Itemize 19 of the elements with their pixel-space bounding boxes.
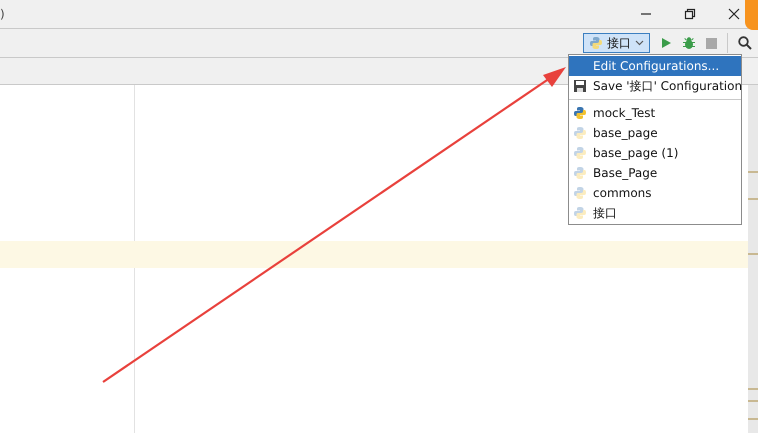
menu-item[interactable]: base_page (1)	[569, 143, 741, 163]
menu-item[interactable]: 接口	[569, 203, 741, 223]
menu-item[interactable]: commons	[569, 183, 741, 203]
menu-item[interactable]: Base_Page	[569, 163, 741, 183]
bug-icon[interactable]	[682, 36, 696, 50]
menu-item[interactable]: Save '接口' Configuration	[569, 76, 741, 96]
chevron-down-icon	[635, 40, 644, 46]
search-icon[interactable]	[738, 36, 752, 50]
restore-icon[interactable]	[684, 8, 696, 20]
menu-item[interactable]: base_page	[569, 123, 741, 143]
run-configuration-dropdown[interactable]: 接口	[583, 33, 650, 53]
window-edge	[745, 0, 758, 30]
menu-item[interactable]: Edit Configurations...	[569, 56, 741, 76]
run-icon[interactable]	[660, 37, 672, 49]
menu-item[interactable]: mock_Test	[569, 103, 741, 123]
save-icon	[573, 79, 587, 93]
python-icon	[589, 36, 603, 50]
close-icon[interactable]	[728, 8, 740, 20]
window-title: )	[0, 7, 5, 21]
